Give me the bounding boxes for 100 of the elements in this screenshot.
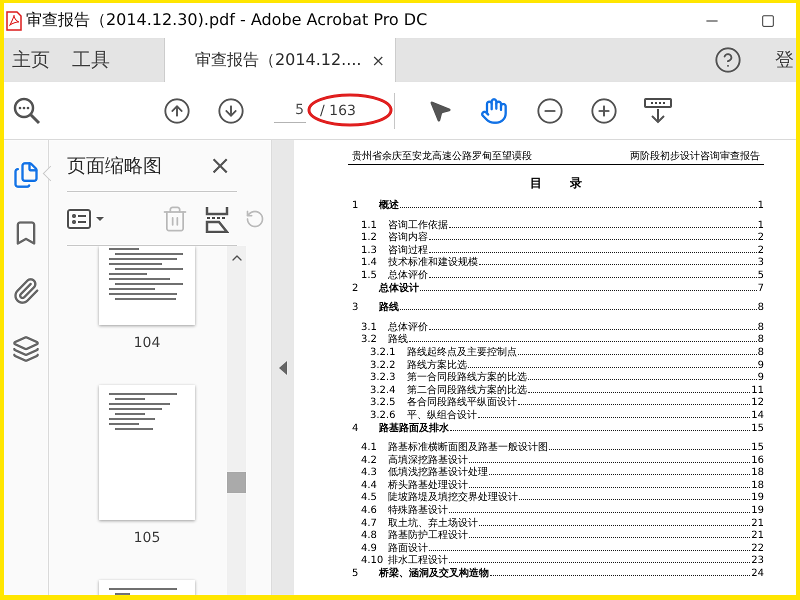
toc-number: 4 <box>352 422 360 436</box>
toc-page-number: 2 <box>758 244 764 258</box>
toc-title[interactable]: 陡坡路堤及填挖交界处理设计 <box>388 492 518 506</box>
toc-title[interactable]: 概述 <box>379 200 399 213</box>
page-number-label: 104 <box>134 335 160 351</box>
toc-title[interactable]: 路面设计 <box>388 542 428 556</box>
toc-title[interactable]: 路基标准横断面图及路基一般设计图 <box>388 442 548 455</box>
toc-page-number: 14 <box>751 410 764 422</box>
toc-number: 4.7 <box>361 518 378 530</box>
page-header-text: 贵州省余庆至安龙高速公路罗甸至望谟段 <box>352 150 532 163</box>
toc-number: 1.5 <box>361 270 378 283</box>
toc-title[interactable]: 总体评价 <box>388 322 428 334</box>
toc-page-number: 9 <box>758 372 764 385</box>
toc-title[interactable]: 桥梁、涵洞及交叉构造物 <box>379 568 489 581</box>
toc-number: 4.6 <box>361 505 378 518</box>
toc-number: 4.10 <box>361 555 384 568</box>
toc-page-number: 3 <box>758 257 764 270</box>
toc-number: 3 <box>352 302 360 315</box>
toc-title[interactable]: 平、纵组合设计 <box>407 410 477 422</box>
toc-number: 1.2 <box>361 232 378 245</box>
toc-number: 4.5 <box>361 492 378 506</box>
toc-page-number: 1 <box>758 200 764 213</box>
toc-number: 4.3 <box>361 467 378 480</box>
panel-title: 页面缩略图 <box>67 154 162 178</box>
toc-title[interactable]: 技术标准和建设规模 <box>388 257 478 270</box>
toc-page-number: 15 <box>751 422 764 436</box>
document-heading: 目 录 <box>528 175 584 192</box>
toc-page-number: 19 <box>751 505 764 518</box>
toc-number: 1.3 <box>361 244 378 258</box>
toc-number: 3.2.4 <box>370 384 396 398</box>
scrollbar-thumb[interactable] <box>227 472 246 493</box>
close-panel-button[interactable]: × <box>203 150 237 180</box>
toc-page-number: 5 <box>758 270 764 283</box>
toc-title[interactable]: 高填深挖路基设计 <box>388 454 468 468</box>
toc-page-number: 15 <box>751 442 764 455</box>
toc-number: 3.2 <box>361 334 378 347</box>
window-title: 审查报告（2014.12.30).pdf - Adobe Acrobat Pro DC <box>26 10 428 31</box>
toc-number: 3.2.1 <box>370 346 396 360</box>
toc-page-number: 21 <box>751 530 764 543</box>
toc-page-number: 24 <box>751 568 764 581</box>
toc-page-number: 11 <box>751 384 764 398</box>
toc-title[interactable]: 桥头路基处理设计 <box>388 480 468 492</box>
toc-page-number: 18 <box>751 480 764 492</box>
close-tab-icon[interactable]: × <box>372 50 385 70</box>
toc-number: 4.1 <box>361 442 378 455</box>
toc-page-number: 1 <box>758 220 764 232</box>
toc-title[interactable]: 咨询内容 <box>388 232 428 245</box>
toc-page-number: 8 <box>758 322 764 334</box>
toc-title[interactable]: 特殊路基设计 <box>388 505 448 518</box>
page-number-label: 105 <box>134 530 160 546</box>
tab[interactable]: 审查报告（2014.12.... × <box>164 38 396 82</box>
toc-number: 4.4 <box>361 480 378 492</box>
toc-number: 4.9 <box>361 542 378 556</box>
toc-page-number: 8 <box>758 334 764 347</box>
toc-number: 3.2.2 <box>370 360 396 372</box>
toc-title[interactable]: 取土坑、弃土场设计 <box>388 518 478 530</box>
toc-title[interactable]: 路线 <box>379 302 399 315</box>
toc-number: 1.1 <box>361 220 378 232</box>
toc-number: 2 <box>352 282 360 296</box>
toc-page-number: 18 <box>751 467 764 480</box>
toc-title[interactable]: 低填浅挖路基设计处理 <box>388 467 488 480</box>
collapse-panel-handle[interactable] <box>271 140 294 595</box>
page-thumbnail[interactable] <box>99 246 195 325</box>
page-header-text: 两阶段初步设计咨询审查报告 <box>630 150 760 163</box>
page-thumbnail[interactable] <box>99 385 195 520</box>
toc-number: 3.2.6 <box>370 410 396 422</box>
toc-page-number: 8 <box>758 302 764 315</box>
toc-title[interactable]: 咨询工作依据 <box>388 220 448 232</box>
toc-number: 1 <box>352 200 360 213</box>
toc-title[interactable]: 路线起终点及主要控制点 <box>407 346 517 360</box>
toc-title[interactable]: 第一合同段路线方案的比选 <box>407 372 527 385</box>
list-options-icon[interactable] <box>67 208 107 230</box>
toc-title[interactable]: 各合同段路线平纵面设计 <box>407 397 517 410</box>
toc-title[interactable]: 路线 <box>388 334 408 347</box>
toc-title[interactable]: 排水工程设计 <box>388 555 448 568</box>
toc-page-number: 8 <box>758 346 764 360</box>
pdf-file-icon <box>6 10 22 30</box>
toc-page-number: 12 <box>751 397 764 410</box>
maximize-icon[interactable] <box>761 14 775 28</box>
toc-page-number: 2 <box>758 232 764 245</box>
toc-title[interactable]: 总体设计 <box>379 282 419 296</box>
page-number-field[interactable]: 5 <box>274 98 306 123</box>
toc-number: 3.1 <box>361 322 378 334</box>
toc-page-number: 23 <box>751 555 764 568</box>
tab[interactable]: 工具 <box>64 38 124 82</box>
toc-title[interactable]: 路线方案比选 <box>407 360 467 372</box>
tab[interactable]: 主页 <box>4 38 64 82</box>
toc-number: 4.8 <box>361 530 378 543</box>
sign-in-link[interactable]: 登 <box>775 38 796 82</box>
toc-title[interactable]: 咨询过程 <box>388 244 428 258</box>
toc-title[interactable]: 总体评价 <box>388 270 428 283</box>
toc-number: 1.4 <box>361 257 378 270</box>
toc-page-number: 7 <box>758 282 764 296</box>
toc-title[interactable]: 路基路面及排水 <box>379 422 449 436</box>
toc-title[interactable]: 第二合同段路线方案的比选 <box>407 384 527 398</box>
toc-number: 4.2 <box>361 454 378 468</box>
insert-page-icon[interactable] <box>205 204 229 232</box>
page-count: / 163 <box>320 102 356 118</box>
scrollbar-track[interactable] <box>227 246 246 595</box>
toc-title[interactable]: 路基防护工程设计 <box>388 530 468 543</box>
